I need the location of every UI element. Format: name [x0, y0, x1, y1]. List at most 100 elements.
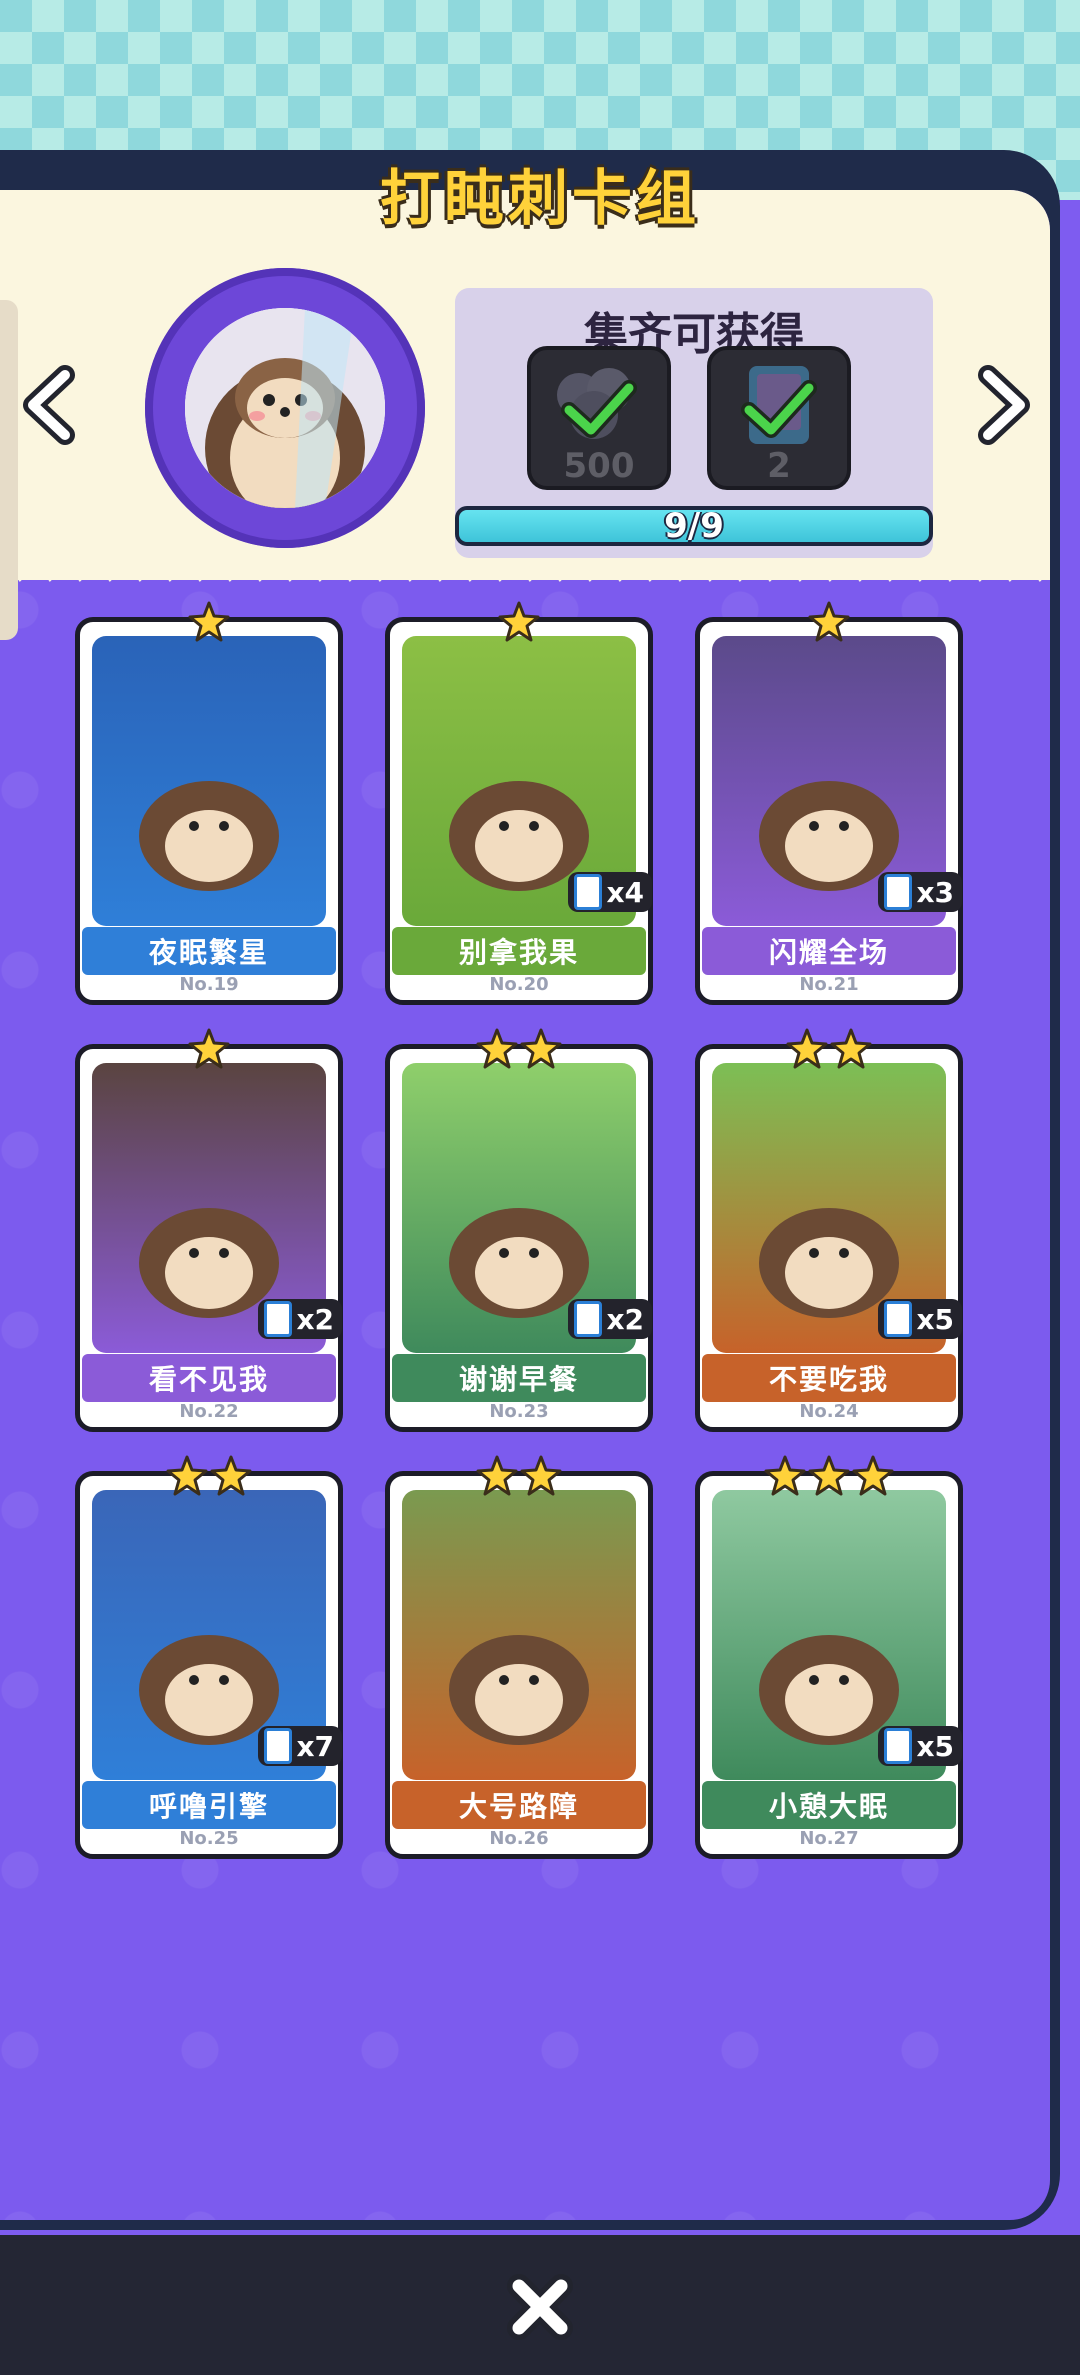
star-icon	[852, 1455, 894, 1496]
card-name: 小憩大眠	[768, 1790, 889, 1823]
star-icon	[476, 1455, 518, 1496]
card-6[interactable]: x5 不要吃我 No.24	[695, 1028, 963, 1432]
hedgehog-illustration-icon	[449, 1635, 589, 1745]
card-count-badge: x2	[568, 1299, 652, 1339]
card-mini-icon	[884, 1301, 913, 1337]
card-number: No.27	[799, 1828, 859, 1849]
card-count: x5	[916, 1302, 954, 1336]
card-8[interactable]: 大号路障 No.26	[385, 1455, 653, 1859]
star-icon	[808, 1455, 850, 1496]
card-stars	[700, 600, 958, 644]
star-icon	[476, 1028, 518, 1069]
card-count: x3	[916, 875, 954, 909]
card-count-badge: x3	[878, 872, 962, 912]
card-count-badge: x4	[568, 872, 652, 912]
card-number: No.26	[489, 1828, 549, 1849]
close-icon[interactable]	[505, 2272, 575, 2342]
reward-coins-amount: 500	[563, 446, 635, 486]
card-3[interactable]: x3 闪耀全场 No.21	[695, 601, 963, 1005]
card-9[interactable]: x5 小憩大眠 No.27	[695, 1455, 963, 1859]
card-stars	[80, 600, 338, 644]
card-name: 闪耀全场	[768, 936, 889, 969]
card-stars	[390, 1027, 648, 1071]
card-count: x5	[916, 1729, 954, 1763]
prev-deck-button[interactable]	[15, 365, 85, 445]
card-name-banner: 小憩大眠	[702, 1781, 956, 1829]
card-art	[92, 636, 326, 926]
reward-title: 集齐可获得	[584, 309, 804, 360]
reward-packs-amount: 2	[767, 446, 791, 486]
star-icon	[210, 1455, 252, 1496]
card-5[interactable]: x2 谢谢早餐 No.23	[385, 1028, 653, 1432]
card-stars	[80, 1454, 338, 1498]
card-7[interactable]: x7 呼噜引擎 No.25	[75, 1455, 343, 1859]
deck-title: 打盹刺卡组	[380, 164, 700, 234]
card-name-banner: 闪耀全场	[702, 927, 956, 975]
star-icon	[830, 1028, 872, 1069]
card-name-banner: 别拿我果	[392, 927, 646, 975]
card-name-banner: 呼噜引擎	[82, 1781, 336, 1829]
card-name: 不要吃我	[768, 1363, 889, 1396]
card-number: No.22	[179, 1401, 239, 1422]
card-name: 谢谢早餐	[458, 1363, 579, 1396]
card-number: No.19	[179, 974, 239, 995]
next-deck-button[interactable]	[968, 365, 1038, 445]
card-count: x4	[606, 875, 644, 909]
card-name-banner: 看不见我	[82, 1354, 336, 1402]
card-number: No.25	[179, 1828, 239, 1849]
card-count: x7	[296, 1729, 334, 1763]
card-name: 呼噜引擎	[148, 1790, 269, 1823]
card-name: 看不见我	[148, 1363, 269, 1396]
collection-progress-bar: 9/9	[455, 506, 933, 546]
card-mini-icon	[574, 874, 603, 910]
card-mini-icon	[264, 1728, 293, 1764]
card-name-banner: 夜眠繁星	[82, 927, 336, 975]
star-icon	[764, 1455, 806, 1496]
check-icon	[561, 380, 637, 438]
deck-badge	[145, 268, 425, 548]
card-mini-icon	[884, 874, 913, 910]
star-icon	[808, 601, 850, 642]
card-count-badge: x5	[878, 1299, 962, 1339]
progress-text: 9/9	[664, 506, 724, 546]
card-number: No.21	[799, 974, 859, 995]
card-number: No.20	[489, 974, 549, 995]
card-art	[402, 1490, 636, 1780]
card-1[interactable]: 夜眠繁星 No.19	[75, 601, 343, 1005]
chevron-right-icon	[978, 365, 1030, 445]
card-mini-icon	[884, 1728, 913, 1764]
card-count-badge: x2	[258, 1299, 342, 1339]
star-icon	[166, 1455, 208, 1496]
card-count-badge: x7	[258, 1726, 342, 1766]
check-icon	[741, 380, 817, 438]
card-number: No.23	[489, 1401, 549, 1422]
hedgehog-icon	[185, 308, 385, 508]
card-count: x2	[296, 1302, 334, 1336]
card-number: No.24	[799, 1401, 859, 1422]
star-icon	[520, 1028, 562, 1069]
card-2[interactable]: x4 别拿我果 No.20	[385, 601, 653, 1005]
card-stars	[80, 1027, 338, 1071]
card-count: x2	[606, 1302, 644, 1336]
card-name-banner: 谢谢早餐	[392, 1354, 646, 1402]
card-stars	[390, 1454, 648, 1498]
reward-card-packs[interactable]: 2	[707, 346, 851, 490]
card-count-badge: x5	[878, 1726, 962, 1766]
card-stars	[390, 600, 648, 644]
chevron-left-icon	[23, 365, 75, 445]
reward-coins[interactable]: 500	[527, 346, 671, 490]
card-mini-icon	[574, 1301, 603, 1337]
star-icon	[786, 1028, 828, 1069]
card-4[interactable]: x2 看不见我 No.22	[75, 1028, 343, 1432]
card-mini-icon	[264, 1301, 293, 1337]
side-tab	[0, 300, 18, 640]
card-name: 别拿我果	[458, 936, 579, 969]
card-name-banner: 不要吃我	[702, 1354, 956, 1402]
card-stars	[700, 1027, 958, 1071]
card-name: 大号路障	[458, 1790, 579, 1823]
card-stars	[700, 1454, 958, 1498]
card-name-banner: 大号路障	[392, 1781, 646, 1829]
hedgehog-portrait	[185, 308, 385, 508]
star-icon	[498, 601, 540, 642]
star-icon	[520, 1455, 562, 1496]
